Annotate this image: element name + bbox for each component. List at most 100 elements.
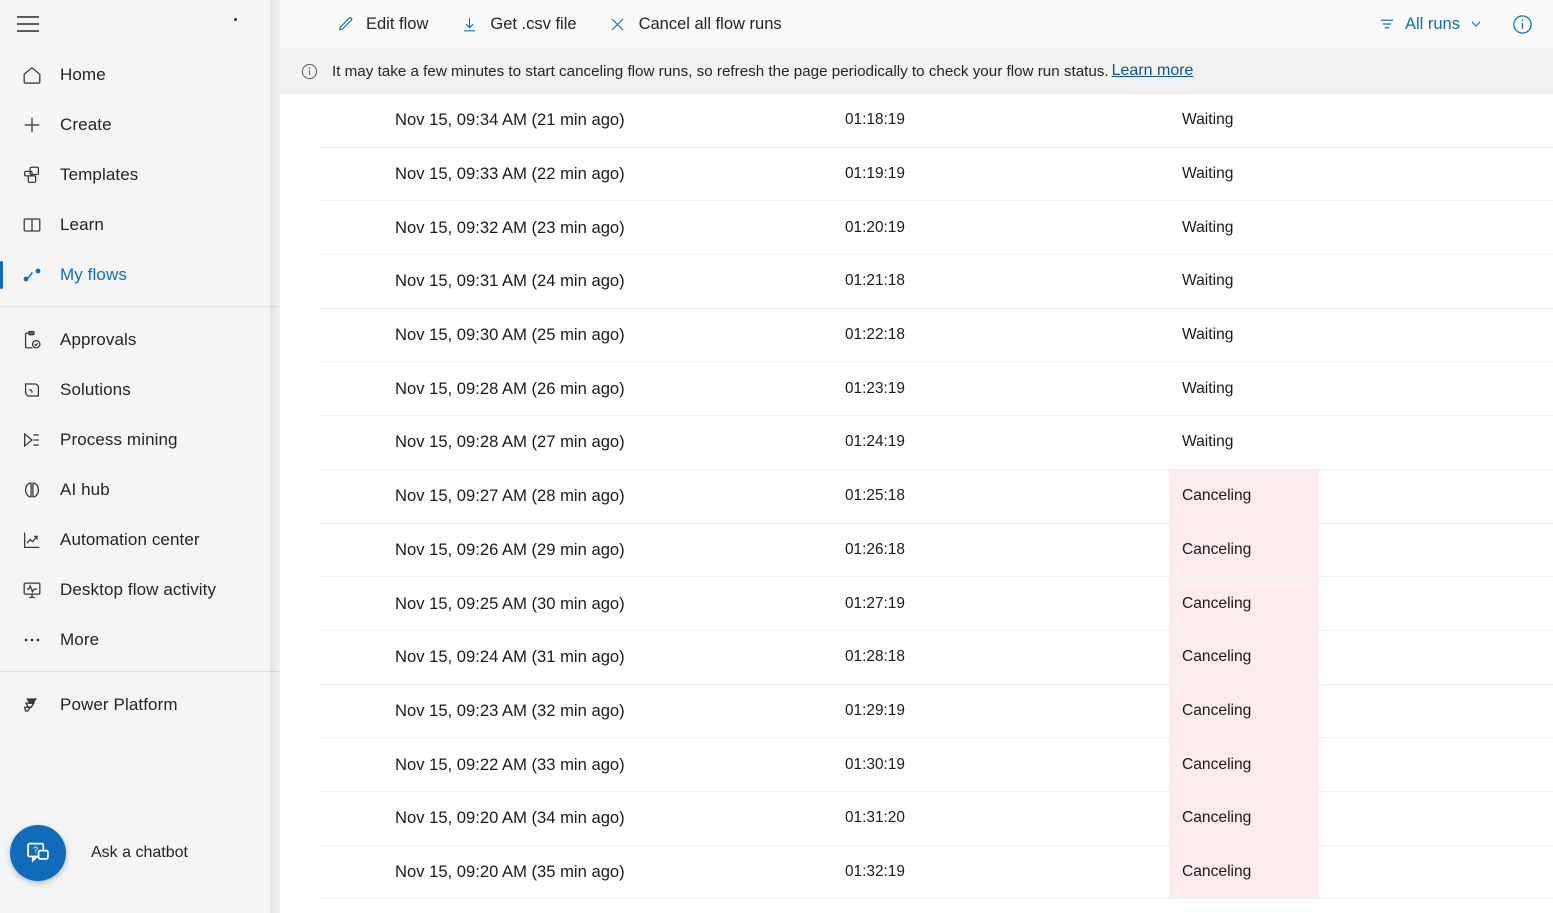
info-circle-icon: [298, 60, 320, 82]
status-badge: Canceling: [1169, 524, 1319, 577]
plus-icon: [12, 105, 52, 145]
command-label: Cancel all flow runs: [639, 15, 782, 34]
run-duration-cell: 01:31:20: [845, 809, 1135, 827]
table-row[interactable]: Nov 15, 09:33 AM (22 min ago)01:19:19Wai…: [320, 148, 1553, 202]
table-row[interactable]: Nov 15, 09:34 AM (21 min ago)01:18:19Wai…: [320, 94, 1553, 148]
table-body: Nov 15, 09:34 AM (21 min ago)01:18:19Wai…: [320, 94, 1553, 899]
table-row[interactable]: Nov 15, 09:26 AM (29 min ago)01:26:18Can…: [320, 524, 1553, 578]
run-start-cell: Nov 15, 09:25 AM (30 min ago): [320, 594, 845, 614]
table-row[interactable]: Nov 15, 09:28 AM (27 min ago)01:24:19Wai…: [320, 416, 1553, 470]
sidebar-item-my-flows[interactable]: My flows: [0, 250, 280, 300]
sidebar-item-label: Automation center: [60, 530, 200, 550]
toolbar-right-group: All runs: [1370, 4, 1553, 44]
run-start-cell: Nov 15, 09:20 AM (34 min ago): [320, 808, 845, 828]
run-start-cell: Nov 15, 09:33 AM (22 min ago): [320, 164, 845, 184]
run-status-cell: Waiting: [1135, 201, 1553, 254]
sidebar-divider-1: [0, 306, 280, 307]
run-status-cell: Canceling: [1135, 738, 1553, 791]
sidebar-item-label: Create: [60, 115, 112, 135]
learn-more-link[interactable]: Learn more: [1112, 62, 1194, 80]
run-status-cell: Waiting: [1135, 255, 1553, 308]
sidebar-item-templates[interactable]: Templates: [0, 150, 280, 200]
status-badge: Waiting: [1169, 416, 1319, 469]
chatbot-label: Ask a chatbot: [91, 844, 188, 862]
sidebar-spacer: [0, 730, 280, 793]
run-duration-cell: 01:20:19: [845, 219, 1135, 237]
command-toolbar: Edit flow Get .csv file: [280, 0, 1553, 48]
ellipsis-icon: [12, 620, 52, 660]
filter-label: All runs: [1405, 15, 1460, 34]
cancel-all-flow-runs-button[interactable]: Cancel all flow runs: [597, 4, 792, 44]
sidebar-item-home[interactable]: Home: [0, 50, 280, 100]
sidebar-secondary-nav: Approvals Solutions Pr: [0, 313, 280, 665]
sidebar-item-power-platform[interactable]: Power Platform: [0, 680, 280, 730]
table-row[interactable]: Nov 15, 09:31 AM (24 min ago)01:21:18Wai…: [320, 255, 1553, 309]
run-start-cell: Nov 15, 09:22 AM (33 min ago): [320, 755, 845, 775]
sidebar-item-ai-hub[interactable]: AI hub: [0, 465, 280, 515]
run-duration-cell: 01:26:18: [845, 541, 1135, 559]
run-status-cell: Waiting: [1135, 148, 1553, 201]
all-runs-filter-dropdown[interactable]: All runs: [1370, 4, 1491, 44]
run-start-cell: Nov 15, 09:27 AM (28 min ago): [320, 486, 845, 506]
solutions-icon: [12, 370, 52, 410]
close-x-icon: [607, 13, 629, 35]
sidebar-item-more[interactable]: More: [0, 615, 280, 665]
notification-banner: It may take a few minutes to start cance…: [280, 48, 1553, 94]
table-row[interactable]: Nov 15, 09:20 AM (35 min ago)01:32:19Can…: [320, 846, 1553, 900]
table-row[interactable]: Nov 15, 09:28 AM (26 min ago)01:23:19Wai…: [320, 362, 1553, 416]
sidebar-item-process-mining[interactable]: Process mining: [0, 415, 280, 465]
main-content: Edit flow Get .csv file: [280, 0, 1553, 913]
run-duration-cell: 01:21:18: [845, 272, 1135, 290]
sidebar-item-label: Learn: [60, 215, 104, 235]
sidebar-item-automation-center[interactable]: Automation center: [0, 515, 280, 565]
table-row[interactable]: Nov 15, 09:32 AM (23 min ago)01:20:19Wai…: [320, 201, 1553, 255]
run-duration-cell: 01:28:18: [845, 648, 1135, 666]
notification-text: It may take a few minutes to start cance…: [332, 63, 1109, 80]
run-status-cell: Canceling: [1135, 524, 1553, 577]
run-start-cell: Nov 15, 09:23 AM (32 min ago): [320, 701, 845, 721]
hamburger-icon[interactable]: [4, 0, 52, 48]
sidebar-item-solutions[interactable]: Solutions: [0, 365, 280, 415]
chat-question-icon[interactable]: ?: [10, 825, 66, 881]
sidebar-item-approvals[interactable]: Approvals: [0, 315, 280, 365]
sidebar-item-label: My flows: [60, 265, 127, 285]
run-status-cell: Canceling: [1135, 846, 1553, 899]
sidebar-item-desktop-flow-activity[interactable]: Desktop flow activity: [0, 565, 280, 615]
sidebar-primary-nav: Home Create Templates: [0, 48, 280, 300]
table-row[interactable]: Nov 15, 09:22 AM (33 min ago)01:30:19Can…: [320, 738, 1553, 792]
sidebar-item-learn[interactable]: Learn: [0, 200, 280, 250]
flow-runs-table: Nov 15, 09:34 AM (21 min ago)01:18:19Wai…: [280, 94, 1553, 913]
status-badge: Canceling: [1169, 846, 1319, 899]
status-badge: Canceling: [1169, 470, 1319, 523]
sidebar-item-label: Home: [60, 65, 106, 85]
table-row[interactable]: Nov 15, 09:27 AM (28 min ago)01:25:18 Can…: [320, 470, 1553, 524]
run-duration-cell: 01:32:19: [845, 863, 1135, 881]
table-row[interactable]: Nov 15, 09:23 AM (32 min ago)01:29:19Can…: [320, 685, 1553, 739]
download-icon: [458, 13, 480, 35]
chatbot-row: ? Ask a chatbot: [0, 793, 280, 913]
info-circle-icon[interactable]: [1505, 7, 1539, 41]
sidebar-item-label: Approvals: [60, 330, 137, 350]
sidebar: Home Create Templates: [0, 0, 280, 913]
edit-flow-button[interactable]: Edit flow: [324, 4, 438, 44]
run-start-cell: Nov 15, 09:30 AM (25 min ago): [320, 325, 845, 345]
run-start-cell: Nov 15, 09:32 AM (23 min ago): [320, 218, 845, 238]
sidebar-item-label: Solutions: [60, 380, 131, 400]
status-badge: Canceling: [1169, 631, 1319, 684]
table-row[interactable]: Nov 15, 09:20 AM (34 min ago)01:31:20 Can…: [320, 792, 1553, 846]
get-csv-file-button[interactable]: Get .csv file: [448, 4, 586, 44]
brain-icon: [12, 470, 52, 510]
run-start-cell: Nov 15, 09:31 AM (24 min ago): [320, 271, 845, 291]
status-badge: Canceling: [1169, 577, 1319, 630]
chevron-down-icon: [1469, 17, 1483, 31]
status-badge: Canceling: [1169, 792, 1319, 845]
clipboard-check-icon: [12, 320, 52, 360]
run-duration-cell: 01:25:18: [845, 487, 1135, 505]
table-row[interactable]: Nov 15, 09:25 AM (30 min ago)01:27:19Can…: [320, 577, 1553, 631]
table-row[interactable]: Nov 15, 09:24 AM (31 min ago)01:28:18Can…: [320, 631, 1553, 685]
sidebar-item-create[interactable]: Create: [0, 100, 280, 150]
table-row[interactable]: Nov 15, 09:30 AM (25 min ago)01:22:18Wai…: [320, 309, 1553, 363]
run-status-cell: Waiting: [1135, 416, 1553, 469]
sidebar-item-label: Desktop flow activity: [60, 580, 216, 600]
run-start-cell: Nov 15, 09:34 AM (21 min ago): [320, 110, 845, 130]
